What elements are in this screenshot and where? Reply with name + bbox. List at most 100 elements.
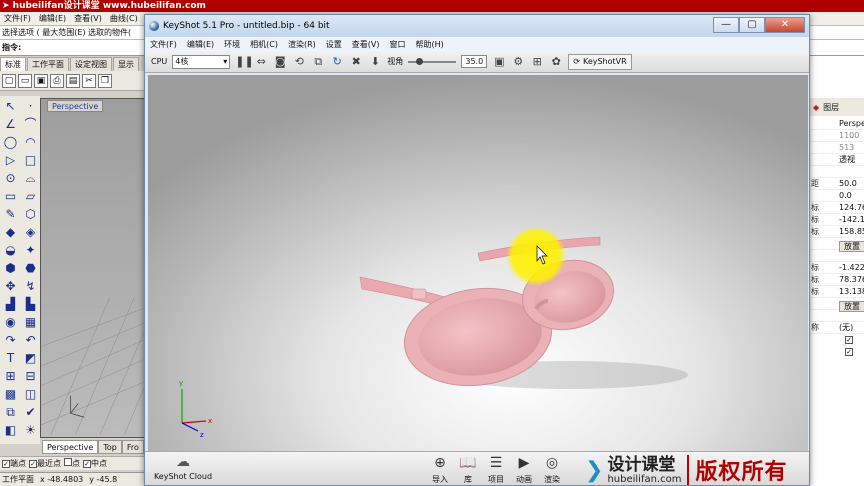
tool-icon[interactable]: ⊙ (2, 170, 19, 186)
tool-icon[interactable]: ▦ (22, 314, 39, 330)
tool-icon[interactable]: ▭ (2, 188, 19, 204)
tool-icon[interactable]: ◧ (2, 422, 19, 438)
perspective-viewport[interactable]: Perspective (40, 98, 148, 438)
tool-icon[interactable]: ▙ (22, 296, 39, 312)
bottom-tab-animation[interactable]: ▶ 动画 (513, 452, 535, 485)
close-button[interactable]: ✕ (765, 17, 805, 33)
viewport-tab[interactable]: Fro (121, 440, 144, 454)
rhino-menu-item[interactable]: 编辑(E) (35, 13, 70, 24)
configurator-icon[interactable]: ✿ (549, 55, 563, 69)
tool-icon[interactable]: ⌓ (22, 170, 39, 186)
keyshot-cloud-button[interactable]: ☁ KeyShot Cloud (151, 452, 215, 486)
keyshot-menu-item[interactable]: 帮助(H) (411, 39, 449, 50)
tool-icon[interactable]: · (22, 98, 39, 114)
keyshot-menu-item[interactable]: 编辑(E) (182, 39, 219, 50)
place-button[interactable]: 放置 (839, 241, 864, 252)
tool-icon[interactable]: ▷ (2, 152, 19, 168)
viewport-title[interactable]: Perspective (47, 100, 104, 112)
keyshot-vr-button[interactable]: ⟳ KeyShotVR (568, 53, 632, 70)
osnap-option[interactable]: ✓最近点 (29, 458, 61, 469)
tool-icon[interactable]: ◯ (2, 134, 19, 150)
pause-icon[interactable]: ❚❚ (235, 55, 253, 69)
place-button[interactable]: 放置 (839, 301, 864, 312)
tool-icon[interactable]: ▱ (22, 188, 39, 204)
keyshot-menu-item[interactable]: 相机(C) (245, 39, 283, 50)
layers-tab[interactable]: ◆ 图层 (809, 98, 864, 116)
keyshot-menu-item[interactable]: 文件(F) (145, 39, 182, 50)
toolbar-tab[interactable]: 工作平面 (27, 57, 69, 71)
checkbox[interactable] (64, 458, 72, 466)
rhino-menu-item[interactable]: 文件(F) (0, 13, 35, 24)
tool-icon[interactable]: ◉ (2, 314, 19, 330)
viewport-tab[interactable]: Perspective (42, 440, 99, 454)
tool-icon[interactable]: ◈ (22, 224, 39, 240)
fov-slider[interactable] (408, 57, 457, 65)
checkbox[interactable]: ✓ (2, 460, 10, 468)
keyshot-menu-item[interactable]: 设置 (321, 39, 347, 50)
osnap-option[interactable]: ✓中点 (83, 458, 107, 469)
keyshot-menu-item[interactable]: 窗口 (385, 39, 411, 50)
reset-icon[interactable]: ⟲ (292, 55, 306, 69)
osnap-option[interactable]: 点 (64, 458, 80, 469)
tool-icon[interactable]: ↷ (2, 332, 19, 348)
bottom-tab-library[interactable]: 📖 库 (457, 452, 479, 485)
rhino-menu-item[interactable]: 查看(V) (70, 13, 106, 24)
save-icon[interactable]: ▣ (34, 73, 48, 88)
open-folder-icon[interactable]: ▭ (18, 73, 32, 88)
cut-icon[interactable]: ✂ (82, 73, 96, 88)
tool-icon[interactable]: ◠ (22, 134, 39, 150)
tool-icon[interactable]: ☀ (22, 422, 39, 438)
tool-icon[interactable]: ⬣ (22, 260, 39, 276)
tool-icon[interactable]: ◒ (2, 242, 19, 258)
property-checkbox[interactable]: ✓ (845, 336, 853, 344)
tool-icon[interactable]: ↖ (2, 98, 19, 114)
tool-icon[interactable]: ◆ (2, 224, 19, 240)
keyshot-menu-item[interactable]: 渲染(R) (283, 39, 321, 50)
bottom-tab-project[interactable]: ☰ 项目 (485, 452, 507, 485)
minimize-button[interactable]: — (713, 17, 739, 33)
toolbar-tab[interactable]: 设定视图 (70, 57, 112, 71)
tool-icon[interactable]: ✦ (22, 242, 39, 258)
performance-icon[interactable]: ▣ (492, 55, 506, 69)
lock-icon[interactable]: ⧉ (311, 55, 325, 69)
region-render-icon[interactable]: ⇔ (254, 55, 268, 69)
tool-icon[interactable]: ▩ (2, 386, 19, 402)
tool-icon[interactable]: ⊟ (22, 368, 39, 384)
tool-icon[interactable]: ⬢ (2, 260, 19, 276)
tool-icon[interactable]: ✎ (2, 206, 19, 222)
fov-slider-knob[interactable] (415, 57, 423, 65)
tool-icon[interactable]: T (2, 350, 19, 366)
refresh-icon[interactable]: ↻ (330, 55, 344, 69)
tool-icon[interactable]: ▟ (2, 296, 19, 312)
osnap-option[interactable]: ✓端点 (2, 458, 26, 469)
tool-icon[interactable]: ∠ (2, 116, 19, 132)
toolbar-tab[interactable]: 标准 (0, 57, 26, 71)
checkbox[interactable]: ✓ (29, 460, 37, 468)
screenshot-icon[interactable]: ◙ (273, 55, 287, 69)
fov-input[interactable]: 35.0 (461, 55, 488, 68)
keyshot-menu-item[interactable]: 查看(V) (347, 39, 385, 50)
checkbox[interactable]: ✓ (83, 460, 91, 468)
tool-icon[interactable]: ⌒ (22, 116, 39, 132)
tool-icon[interactable]: ◫ (22, 386, 39, 402)
maximize-button[interactable]: ▢ (739, 17, 765, 33)
drop-to-ground-icon[interactable]: ⬇ (368, 55, 382, 69)
tool-icon[interactable]: □ (22, 152, 39, 168)
copy-icon[interactable]: ❐ (98, 73, 112, 88)
new-doc-icon[interactable]: ▢ (2, 73, 16, 88)
tool-icon[interactable]: ↶ (22, 332, 39, 348)
keyshot-titlebar[interactable]: KeyShot 5.1 Pro - untitled.bip - 64 bit … (145, 15, 809, 37)
rhino-menu-item[interactable]: 曲线(C) (106, 13, 142, 24)
bottom-tab-render[interactable]: ◎ 渲染 (541, 452, 563, 485)
cpu-select[interactable]: 4核 ▾ (172, 54, 231, 69)
property-checkbox[interactable]: ✓ (845, 348, 853, 356)
tool-icon[interactable]: ↯ (22, 278, 39, 294)
tool-icon[interactable]: ◩ (22, 350, 39, 366)
bottom-tab-import[interactable]: ⊕ 导入 (429, 452, 451, 485)
tool-icon[interactable]: ⬡ (22, 206, 39, 222)
status-plane[interactable]: 工作平面 (2, 474, 34, 485)
print-icon[interactable]: ⎙ (50, 73, 64, 88)
tool-icon[interactable]: ⊞ (2, 368, 19, 384)
render-viewport[interactable]: y x z (148, 75, 808, 451)
viewport-tab[interactable]: Top (98, 440, 122, 454)
